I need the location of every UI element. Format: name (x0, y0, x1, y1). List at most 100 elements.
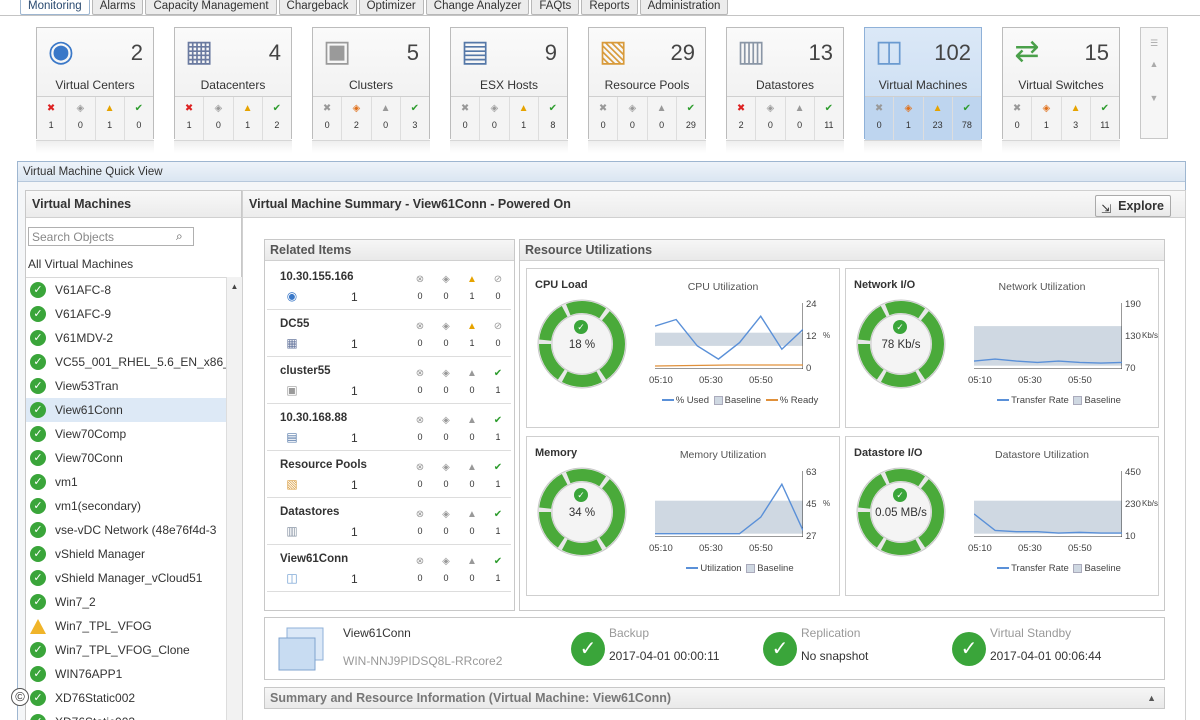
warning-count[interactable]: ▲ 1 (510, 97, 539, 140)
related-item[interactable]: View61Conn ◫ 1 ⊗ 0 ◈ 0 ▲ 0 ✔ 1 (267, 546, 511, 592)
warning-count[interactable]: ▲ 0 (648, 97, 677, 140)
ok-count[interactable]: ✔ 29 (677, 97, 705, 140)
ok-count[interactable]: ✔ 2 (263, 97, 291, 140)
all-vms-label[interactable]: All Virtual Machines (28, 257, 133, 271)
critical-count[interactable]: ⊗ 0 (407, 321, 433, 348)
major-count[interactable]: ◈ 1 (1032, 97, 1062, 140)
ok-count[interactable]: ✔ 0 (125, 97, 153, 140)
major-count[interactable]: ◈ 0 (618, 97, 648, 140)
critical-count[interactable]: ✖ 0 (865, 97, 895, 140)
list-item[interactable]: ✓ vm1(secondary) (26, 494, 226, 518)
warning-count[interactable]: ▲ 0 (459, 462, 485, 489)
related-item[interactable]: DC55 ▦ 1 ⊗ 0 ◈ 0 ▲ 1 ⊘ 0 (267, 311, 511, 357)
explore-button[interactable]: ⇲ Explore (1095, 195, 1171, 217)
tile-virtual-centers[interactable]: ◉ 2 Virtual Centers ✖ 1 ◈ 0 ▲ 1 ✔ 0 (36, 27, 154, 140)
list-item[interactable]: ✓ vShield Manager (26, 542, 226, 566)
warning-count[interactable]: ▲ 23 (924, 97, 953, 140)
list-item[interactable]: ✓ vm1 (26, 470, 226, 494)
list-item[interactable]: ✓ Win7_TPL_VFOG_Clone (26, 638, 226, 662)
related-item[interactable]: 10.30.168.88 ▤ 1 ⊗ 0 ◈ 0 ▲ 0 ✔ 1 (267, 405, 511, 451)
major-count[interactable]: ◈ 0 (433, 462, 459, 489)
list-item[interactable]: ✓ XD76Static003 (26, 710, 226, 720)
major-count[interactable]: ◈ 0 (756, 97, 786, 140)
ok-count[interactable]: ✔ 1 (485, 462, 511, 489)
list-item[interactable]: ✓ Win7_2 (26, 590, 226, 614)
ok-count[interactable]: ✔ 1 (485, 556, 511, 583)
list-item[interactable]: ✓ View70Conn (26, 446, 226, 470)
ok-count[interactable]: ✔ 1 (485, 368, 511, 395)
list-item[interactable]: Win7_TPL_VFOG (26, 614, 226, 638)
critical-count[interactable]: ✖ 0 (313, 97, 343, 140)
tab-reports[interactable]: Reports (581, 0, 638, 15)
major-count[interactable]: ◈ 0 (433, 509, 459, 536)
list-item[interactable]: ✓ V61AFC-9 (26, 302, 226, 326)
major-count[interactable]: ◈ 0 (433, 415, 459, 442)
related-item[interactable]: cluster55 ▣ 1 ⊗ 0 ◈ 0 ▲ 0 ✔ 1 (267, 358, 511, 404)
ok-count[interactable]: ✔ 8 (539, 97, 567, 140)
ok-count[interactable]: ⊘ 0 (485, 274, 511, 301)
warning-count[interactable]: ▲ 0 (459, 509, 485, 536)
search-input[interactable] (28, 227, 194, 246)
tiles-scroller[interactable]: ☰ ▲ ▼ (1140, 27, 1168, 139)
list-item[interactable]: ✓ vse-vDC Network (48e76f4d-3 (26, 518, 226, 542)
tab-change-analyzer[interactable]: Change Analyzer (425, 0, 530, 15)
search-icon[interactable]: ⌕ (176, 229, 190, 243)
critical-count[interactable]: ⊗ 0 (407, 274, 433, 301)
major-count[interactable]: ◈ 0 (66, 97, 96, 140)
critical-count[interactable]: ⊗ 0 (407, 462, 433, 489)
major-count[interactable]: ◈ 0 (433, 368, 459, 395)
scroll-up-icon[interactable]: ▲ (227, 282, 242, 291)
critical-count[interactable]: ✖ 0 (589, 97, 619, 140)
critical-count[interactable]: ⊗ 0 (407, 556, 433, 583)
critical-count[interactable]: ✖ 1 (175, 97, 205, 140)
tile-clusters[interactable]: ▣ 5 Clusters ✖ 0 ◈ 2 ▲ 0 ✔ 3 (312, 27, 430, 140)
warning-count[interactable]: ▲ 0 (786, 97, 815, 140)
warning-count[interactable]: ▲ 0 (459, 556, 485, 583)
related-item[interactable]: Resource Pools ▧ 1 ⊗ 0 ◈ 0 ▲ 0 ✔ 1 (267, 452, 511, 498)
critical-count[interactable]: ✖ 1 (37, 97, 67, 140)
list-item[interactable]: ✓ WIN76APP1 (26, 662, 226, 686)
ok-count[interactable]: ✔ 11 (815, 97, 843, 140)
warning-count[interactable]: ▲ 0 (372, 97, 401, 140)
tab-administration[interactable]: Administration (639, 0, 729, 15)
ok-count[interactable]: ✔ 11 (1091, 97, 1119, 140)
vm-list-scrollbar[interactable]: ▲ (226, 277, 242, 720)
major-count[interactable]: ◈ 0 (433, 556, 459, 583)
warning-count[interactable]: ▲ 1 (234, 97, 263, 140)
list-item[interactable]: ✓ View70Comp (26, 422, 226, 446)
major-count[interactable]: ◈ 0 (433, 321, 459, 348)
summary-section-header[interactable]: Summary and Resource Information (Virtua… (264, 687, 1165, 709)
list-item[interactable]: ✓ vShield Manager_vCloud51 (26, 566, 226, 590)
major-count[interactable]: ◈ 0 (204, 97, 234, 140)
critical-count[interactable]: ⊗ 0 (407, 509, 433, 536)
tab-faqts[interactable]: FAQts (531, 0, 580, 15)
list-item[interactable]: ✓ V61AFC-8 (26, 278, 226, 302)
ok-count[interactable]: ✔ 3 (401, 97, 429, 140)
tile-datacenters[interactable]: ▦ 4 Datacenters ✖ 1 ◈ 0 ▲ 1 ✔ 2 (174, 27, 292, 140)
menu-icon[interactable]: ☰ (1141, 38, 1167, 49)
tile-resource-pools[interactable]: ▧ 29 Resource Pools ✖ 0 ◈ 0 ▲ 0 ✔ 29 (588, 27, 706, 140)
major-count[interactable]: ◈ 0 (433, 274, 459, 301)
ok-count[interactable]: ⊘ 0 (485, 321, 511, 348)
tab-optimizer[interactable]: Optimizer (358, 0, 424, 15)
ok-count[interactable]: ✔ 78 (953, 97, 981, 140)
critical-count[interactable]: ✖ 2 (727, 97, 757, 140)
critical-count[interactable]: ⊗ 0 (407, 368, 433, 395)
critical-count[interactable]: ✖ 0 (1003, 97, 1033, 140)
critical-count[interactable]: ⊗ 0 (407, 415, 433, 442)
list-item[interactable]: ✓ XD76Static002 (26, 686, 226, 710)
warning-count[interactable]: ▲ 1 (459, 274, 485, 301)
list-item[interactable]: ✓ View61Conn (26, 398, 226, 422)
warning-count[interactable]: ▲ 1 (459, 321, 485, 348)
tile-virtual-switches[interactable]: ⇄ 15 Virtual Switches ✖ 0 ◈ 1 ▲ 3 ✔ 11 (1002, 27, 1120, 140)
warning-count[interactable]: ▲ 0 (459, 368, 485, 395)
related-item[interactable]: Datastores ▥ 1 ⊗ 0 ◈ 0 ▲ 0 ✔ 1 (267, 499, 511, 545)
collapse-icon[interactable]: ▲ (1147, 688, 1156, 708)
ok-count[interactable]: ✔ 1 (485, 509, 511, 536)
tab-alarms[interactable]: Alarms (91, 0, 144, 15)
list-item[interactable]: ✓ V61MDV-2 (26, 326, 226, 350)
tab-monitoring[interactable]: Monitoring (20, 0, 90, 15)
related-item[interactable]: 10.30.155.166 ◉ 1 ⊗ 0 ◈ 0 ▲ 1 ⊘ 0 (267, 264, 511, 310)
major-count[interactable]: ◈ 2 (342, 97, 372, 140)
scroll-down-icon[interactable]: ▼ (1141, 93, 1167, 103)
